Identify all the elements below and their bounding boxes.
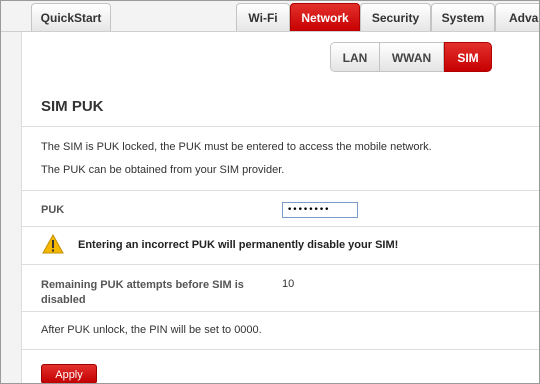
router-admin-window: QuickStart Wi-Fi Network Security System… [0, 0, 540, 384]
divider [22, 126, 539, 127]
remaining-attempts-label: Remaining PUK attempts before SIM is dis… [41, 279, 244, 306]
divider [22, 264, 539, 265]
subtab-wwan[interactable]: WWAN [380, 42, 444, 72]
content-panel: LAN WWAN SIM SIM PUK The SIM is PUK lock… [21, 32, 539, 383]
page-title: SIM PUK [41, 98, 104, 115]
divider [22, 311, 539, 312]
divider [22, 226, 539, 227]
tab-system[interactable]: System [431, 3, 495, 31]
info-text-provider: The PUK can be obtained from your SIM pr… [41, 164, 285, 176]
puk-input[interactable]: •••••••• [282, 202, 358, 218]
warning-message: Entering an incorrect PUK will permanent… [78, 239, 399, 251]
tab-quickstart[interactable]: QuickStart [31, 3, 111, 31]
tab-security[interactable]: Security [360, 3, 431, 31]
warning-icon [42, 234, 64, 254]
remaining-attempts-value: 10 [282, 278, 295, 290]
tab-advanced[interactable]: Advanced [495, 3, 539, 31]
subtab-lan[interactable]: LAN [330, 42, 380, 72]
puk-label: PUK [41, 204, 65, 216]
divider [22, 349, 539, 350]
top-navigation: QuickStart Wi-Fi Network Security System… [1, 1, 539, 32]
pin-reset-note: After PUK unlock, the PIN will be set to… [41, 324, 262, 336]
info-text-locked: The SIM is PUK locked, the PUK must be e… [41, 141, 432, 153]
tab-quickstart-label: QuickStart [40, 11, 102, 25]
divider [22, 190, 539, 191]
subtab-sim[interactable]: SIM [444, 42, 492, 72]
tab-wifi[interactable]: Wi-Fi [236, 3, 290, 31]
apply-button[interactable]: Apply [41, 364, 97, 383]
tab-network[interactable]: Network [290, 3, 360, 31]
